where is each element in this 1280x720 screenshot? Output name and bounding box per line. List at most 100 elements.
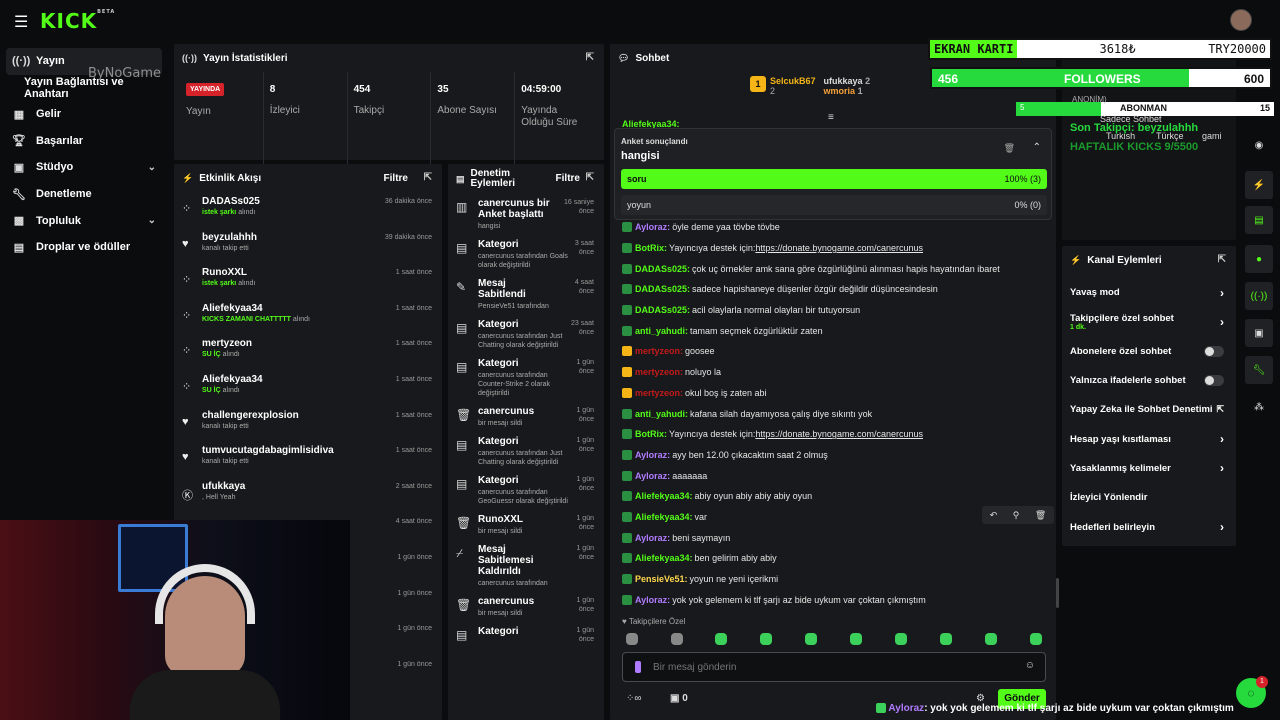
chat-message[interactable]: PensieVe51: yoyun ne yeni içerikmi [610,569,1054,590]
chat-message[interactable]: Ayloraz: beni saymayın [610,527,1054,548]
emote-icon[interactable] [850,633,862,645]
badge-icon [622,532,632,543]
activity-row: ♥ challengerexplosion kanalı takip etti … [174,406,442,442]
emote-icon[interactable] [626,633,638,645]
moderation-list: ▥ canercunus bir Anket başlattı hangisi … [448,194,604,646]
emote-icon[interactable] [805,633,817,645]
chat-message[interactable]: BotRix: Yayıncıya destek için: https://d… [610,238,1054,259]
chat-message[interactable]: Aliefekyaa34: ben gelirim abiy abiy [610,548,1054,569]
channel-actions-panel: ⚡ Kanal Eylemleri ⇱ Yavaş mod › Takipçilere … [1062,246,1236,546]
chat-message[interactable]: BotRix: Yayıncıya destek için: https://d… [610,424,1054,445]
poll-icon: ▥ [456,200,468,214]
chat-message[interactable]: mertyzeon: goosee [610,341,1054,362]
card-icon[interactable]: ▣ [1245,319,1273,347]
community-icon[interactable]: ⁂ [1245,393,1273,421]
trash-icon[interactable]: 🗑︎ [1035,510,1046,521]
sidebar-item-basarilar[interactable]: 🏆︎ Başarılar [0,127,168,154]
broadcast-icon[interactable]: ((·)) [1245,282,1273,310]
emote-icon[interactable] [671,633,683,645]
poll-option-winner: soru 100% (3) [621,169,1047,189]
channel-action-row[interactable]: Yapay Zeka ile Sohbet Denetimi ⇱ [1062,395,1236,424]
badge-icon [622,491,632,502]
chat-message[interactable]: DADASs025: sadece hapishaneye düşenler ö… [610,279,1054,300]
reply-icon[interactable]: ↶ [990,510,998,521]
donate-link[interactable]: https://donate.bynogame.com/canercunus [755,429,923,439]
filter-button[interactable]: Filtre [384,173,408,184]
sidebar-item-gelir[interactable]: ▦ Gelir [0,101,168,128]
chat-message[interactable]: DADASs025: acil olaylarla normal olaylar… [610,300,1054,321]
target-icon[interactable]: ◉ [1245,131,1273,159]
points-icon[interactable]: ⁘∞ [626,693,642,704]
broadcast-icon: ((·)) [12,55,31,68]
toggle-switch[interactable] [1204,375,1224,387]
channel-action-row[interactable]: Takipçilere özel sohbet 1 dk. › [1062,307,1236,336]
chat-message[interactable]: Aliefekyaa34: abiy oyun abiy abiy abiy o… [610,486,1054,507]
chat-input[interactable] [653,659,1013,675]
emote-icon[interactable] [895,633,907,645]
moderation-row: ▤ Kategori canercunus tarafından Just Ch… [456,319,594,349]
emote-icon[interactable] [985,633,997,645]
chat-message[interactable]: mertyzeon: noluyo la [610,362,1054,383]
behind-text: gami [1202,131,1222,141]
pin-icon[interactable]: ⚲ [1013,510,1020,521]
chat-message[interactable]: Ayloraz: aaaaaaa [610,465,1054,486]
popout-icon[interactable]: ⇱ [1218,254,1226,265]
chat-message[interactable]: Ayloraz: ayy ben 12.00 çıkacaktım saat 2… [610,445,1054,466]
category-icon: ▤ [456,628,468,642]
donate-link[interactable]: https://donate.bynogame.com/canercunus [755,243,923,253]
chat-icon[interactable]: ● [1245,245,1273,273]
channel-action-row[interactable]: Hedefleri belirleyin › [1062,512,1236,541]
popout-icon[interactable]: ⇱ [424,172,432,183]
toggle-switch[interactable] [1204,345,1224,357]
channel-action-row[interactable]: Yalnızca ifadelerle sohbet [1062,366,1236,395]
sidebar-item-denetleme[interactable]: 🔧︎ Denetleme [0,181,168,208]
chat-message[interactable]: Ayloraz: yok yok gelemem ki tlf şarjı az… [610,589,1054,610]
last-follower-label: Son Takipçi: beyzulahhh [1070,122,1199,134]
chat-message[interactable]: anti_yahudi: kafana silah dayamıyosa çal… [610,403,1054,424]
chat-message[interactable]: Ayloraz: öyle deme yaa tövbe tövbe [610,217,1054,238]
filter-button[interactable]: Filtre [556,173,580,184]
sidebar-item-studyo[interactable]: ▣ Stüdyo ⌄ [0,154,168,181]
gift-icon: ⁘ [182,380,192,393]
chat-message[interactable]: mertyzeon: okul boş iş zaten abi [610,383,1054,404]
wrench-icon: 🔧︎ [12,188,26,201]
support-chat-button[interactable]: ◌ 1 [1236,676,1268,708]
chat-input-box[interactable]: ☺ [622,652,1046,682]
emote-icon[interactable] [940,633,952,645]
trash-icon[interactable]: 🗑︎ [1004,143,1015,154]
channel-action-row[interactable]: Abonelere özel sohbet [1062,337,1236,366]
moderation-row: ⌿ Mesaj Sabitlemesi Kaldırıldı canercunu… [456,544,594,587]
progress-fill [1016,102,1102,116]
scrollbar[interactable] [1056,578,1059,608]
activity-row: ⁘ RunoXXL istek şarkı alındı 1 saat önce [174,263,442,299]
emote-icon[interactable] [715,633,727,645]
popout-icon[interactable]: ⇱ [586,52,594,63]
chat-message[interactable]: anti_yahudi: tamam seçmek özgürlüktür za… [610,320,1054,341]
menu-icon[interactable]: ☰ [14,12,28,32]
channel-action-row[interactable]: İzleyici Yönlendir [1062,483,1236,512]
avatar[interactable] [1230,9,1252,31]
emoji-icon[interactable]: ☺ [1025,660,1035,671]
emote-icon[interactable] [1030,633,1042,645]
chat-message[interactable]: DADASs025: çok uç örnekler amk sana göre… [610,258,1054,279]
sidebar-item-topluluk[interactable]: ▩ Topluluk ⌄ [0,207,168,234]
moderation-panel: ▤ Denetim Eylemleri Filtre ⇱ ▥ canercunus b… [448,164,604,720]
document-icon[interactable]: ▤ [1245,206,1273,234]
activity-row: ⁘ DADASs025 istek şarkı alındı 36 dakika… [174,192,442,228]
streamer-body [130,670,280,720]
wrench-icon[interactable]: 🔧︎ [1245,356,1273,384]
mic-icon[interactable] [635,661,641,673]
behind-text: ANONİM) [1072,95,1107,104]
panel-header: ((·)) Yayın İstatistikleri ⇱ [182,52,594,64]
chevron-up-icon[interactable]: ⌃ [1033,142,1041,153]
channel-action-row[interactable]: Yasaklanmış kelimeler › [1062,454,1236,483]
collapse-icon[interactable]: ≡ [828,112,834,123]
bolt-icon[interactable]: ⚡ [1245,171,1273,199]
channel-action-row[interactable]: Yavaş mod › [1062,278,1236,307]
kick-logo[interactable]: KICKBETA [40,9,115,33]
emote-icon[interactable] [760,633,772,645]
sidebar-item-droplar[interactable]: ▤ Droplar ve ödüller [0,234,168,261]
channel-action-row[interactable]: Hesap yaşı kısıtlaması › [1062,424,1236,453]
chart-icon: ▦ [13,108,25,121]
popout-icon[interactable]: ⇱ [586,172,594,183]
